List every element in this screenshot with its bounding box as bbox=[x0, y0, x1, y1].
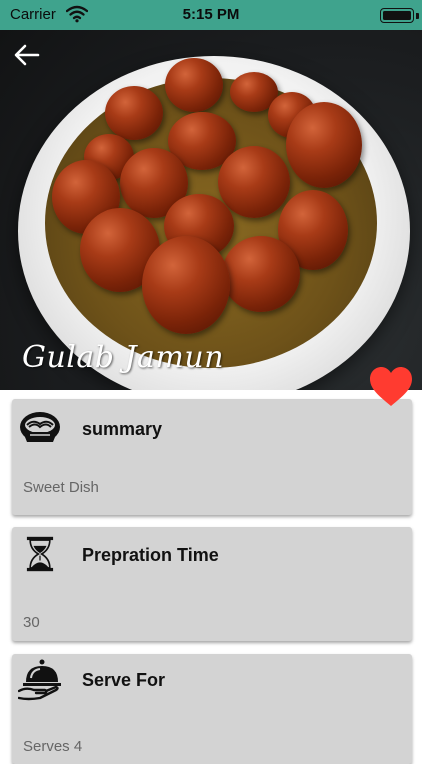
card-title: summary bbox=[82, 419, 163, 439]
battery-tip bbox=[416, 13, 419, 19]
battery-icon bbox=[380, 8, 414, 23]
hourglass-icon bbox=[26, 536, 54, 572]
card-title: Prepration Time bbox=[82, 545, 219, 565]
hero-image: Gulab Jamun bbox=[0, 30, 422, 390]
recipe-title: Gulab Jamun bbox=[22, 340, 225, 375]
serve-for-card: Serve For Serves 4 bbox=[12, 654, 412, 764]
jamun-ball bbox=[286, 102, 362, 188]
clock: 5:15 PM bbox=[182, 6, 240, 23]
summary-card: summary Sweet Dish bbox=[12, 399, 412, 515]
jamun-ball bbox=[222, 236, 300, 312]
status-bar: Carrier 5:15 PM bbox=[0, 0, 422, 30]
arrow-left-icon[interactable] bbox=[14, 44, 40, 66]
bowl-icon bbox=[20, 412, 60, 442]
card-title: Serve For bbox=[82, 670, 166, 690]
jamun-ball bbox=[142, 236, 230, 334]
preparation-time-card: Prepration Time 30 bbox=[12, 527, 412, 641]
serving-platter-icon bbox=[18, 659, 61, 701]
jamun-ball bbox=[218, 146, 290, 218]
heart-icon[interactable] bbox=[369, 366, 413, 408]
jamun-ball bbox=[165, 58, 223, 112]
card-value: 30 bbox=[23, 614, 40, 631]
card-value: Serves 4 bbox=[23, 738, 83, 755]
jamun-ball bbox=[105, 86, 163, 140]
card-value: Sweet Dish bbox=[23, 479, 99, 496]
